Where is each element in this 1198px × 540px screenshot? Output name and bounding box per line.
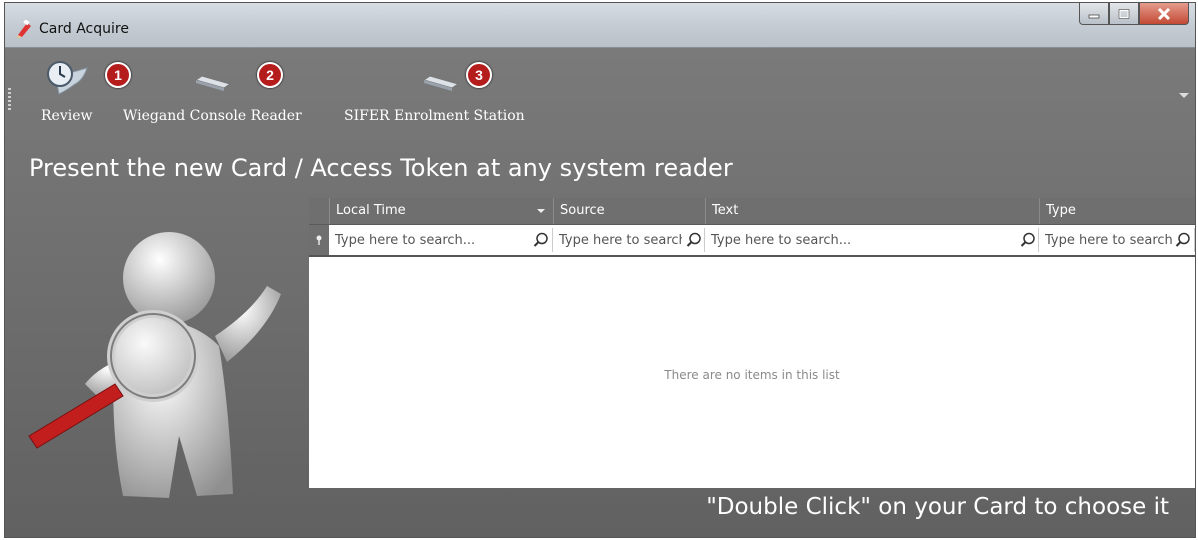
local-time-search-input[interactable] [331, 228, 553, 252]
person-magnifier-illustration [28, 232, 281, 498]
callout-badge-3: 3 [466, 62, 492, 88]
close-button[interactable] [1139, 3, 1189, 25]
column-label: Type [1046, 203, 1076, 218]
maximize-icon [1118, 8, 1130, 19]
column-label: Local Time [336, 203, 406, 218]
empty-list-message: There are no items in this list [664, 368, 840, 382]
review-clock-scroll-icon [41, 52, 92, 100]
column-label: Source [560, 203, 605, 218]
instruction-heading: Present the new Card / Access Token at a… [29, 154, 733, 182]
toolbar-overflow-chevron-icon[interactable] [1179, 93, 1189, 98]
toolbar: Review 1 Wiegand Console Reader 2 SIFER … [5, 48, 1195, 146]
grid-header: Local Time Source Text Type [309, 198, 1195, 225]
wiegand-console-reader-label: Wiegand Console Reader [123, 108, 302, 124]
minimize-icon [1088, 14, 1100, 18]
title-bar[interactable]: Card Acquire [5, 3, 1195, 48]
filter-row-pin-icon [309, 225, 329, 255]
column-header-local-time[interactable]: Local Time [329, 198, 553, 224]
sifer-enrolment-station-button[interactable]: SIFER Enrolment Station [344, 52, 525, 124]
card-pencil-icon [17, 20, 31, 38]
text-search-input[interactable] [707, 228, 1039, 252]
window-title: Card Acquire [39, 21, 129, 37]
column-label: Text [712, 203, 739, 218]
search-icon [533, 232, 548, 247]
toolbar-grip[interactable] [8, 88, 11, 110]
close-icon [1157, 7, 1171, 20]
events-grid[interactable]: Local Time Source Text Type Type here to… [309, 198, 1195, 488]
search-icon [1175, 232, 1190, 247]
main-content: Review 1 Wiegand Console Reader 2 SIFER … [5, 48, 1195, 537]
review-label: Review [41, 108, 93, 124]
type-search-input[interactable] [1041, 228, 1195, 252]
search-icon [1020, 232, 1035, 247]
window-controls [1079, 3, 1189, 25]
maximize-button[interactable] [1109, 3, 1139, 25]
card-acquire-window: Card Acquire Review 1 Wiegand Console Re… [4, 2, 1196, 538]
double-click-hint: "Double Click" on your Card to choose it [706, 494, 1169, 520]
search-icon [686, 232, 701, 247]
column-header-type[interactable]: Type [1039, 198, 1195, 224]
column-header-text[interactable]: Text [705, 198, 1039, 224]
sifer-enrolment-station-label: SIFER Enrolment Station [344, 108, 525, 124]
sort-descending-icon [537, 209, 545, 213]
filter-row [309, 225, 1195, 257]
review-button[interactable]: Review [41, 52, 92, 124]
minimize-button[interactable] [1079, 3, 1109, 25]
card-reader-icon [344, 52, 525, 100]
callout-badge-2: 2 [257, 62, 283, 88]
source-search-input[interactable] [555, 228, 705, 252]
column-header-source[interactable]: Source [553, 198, 705, 224]
